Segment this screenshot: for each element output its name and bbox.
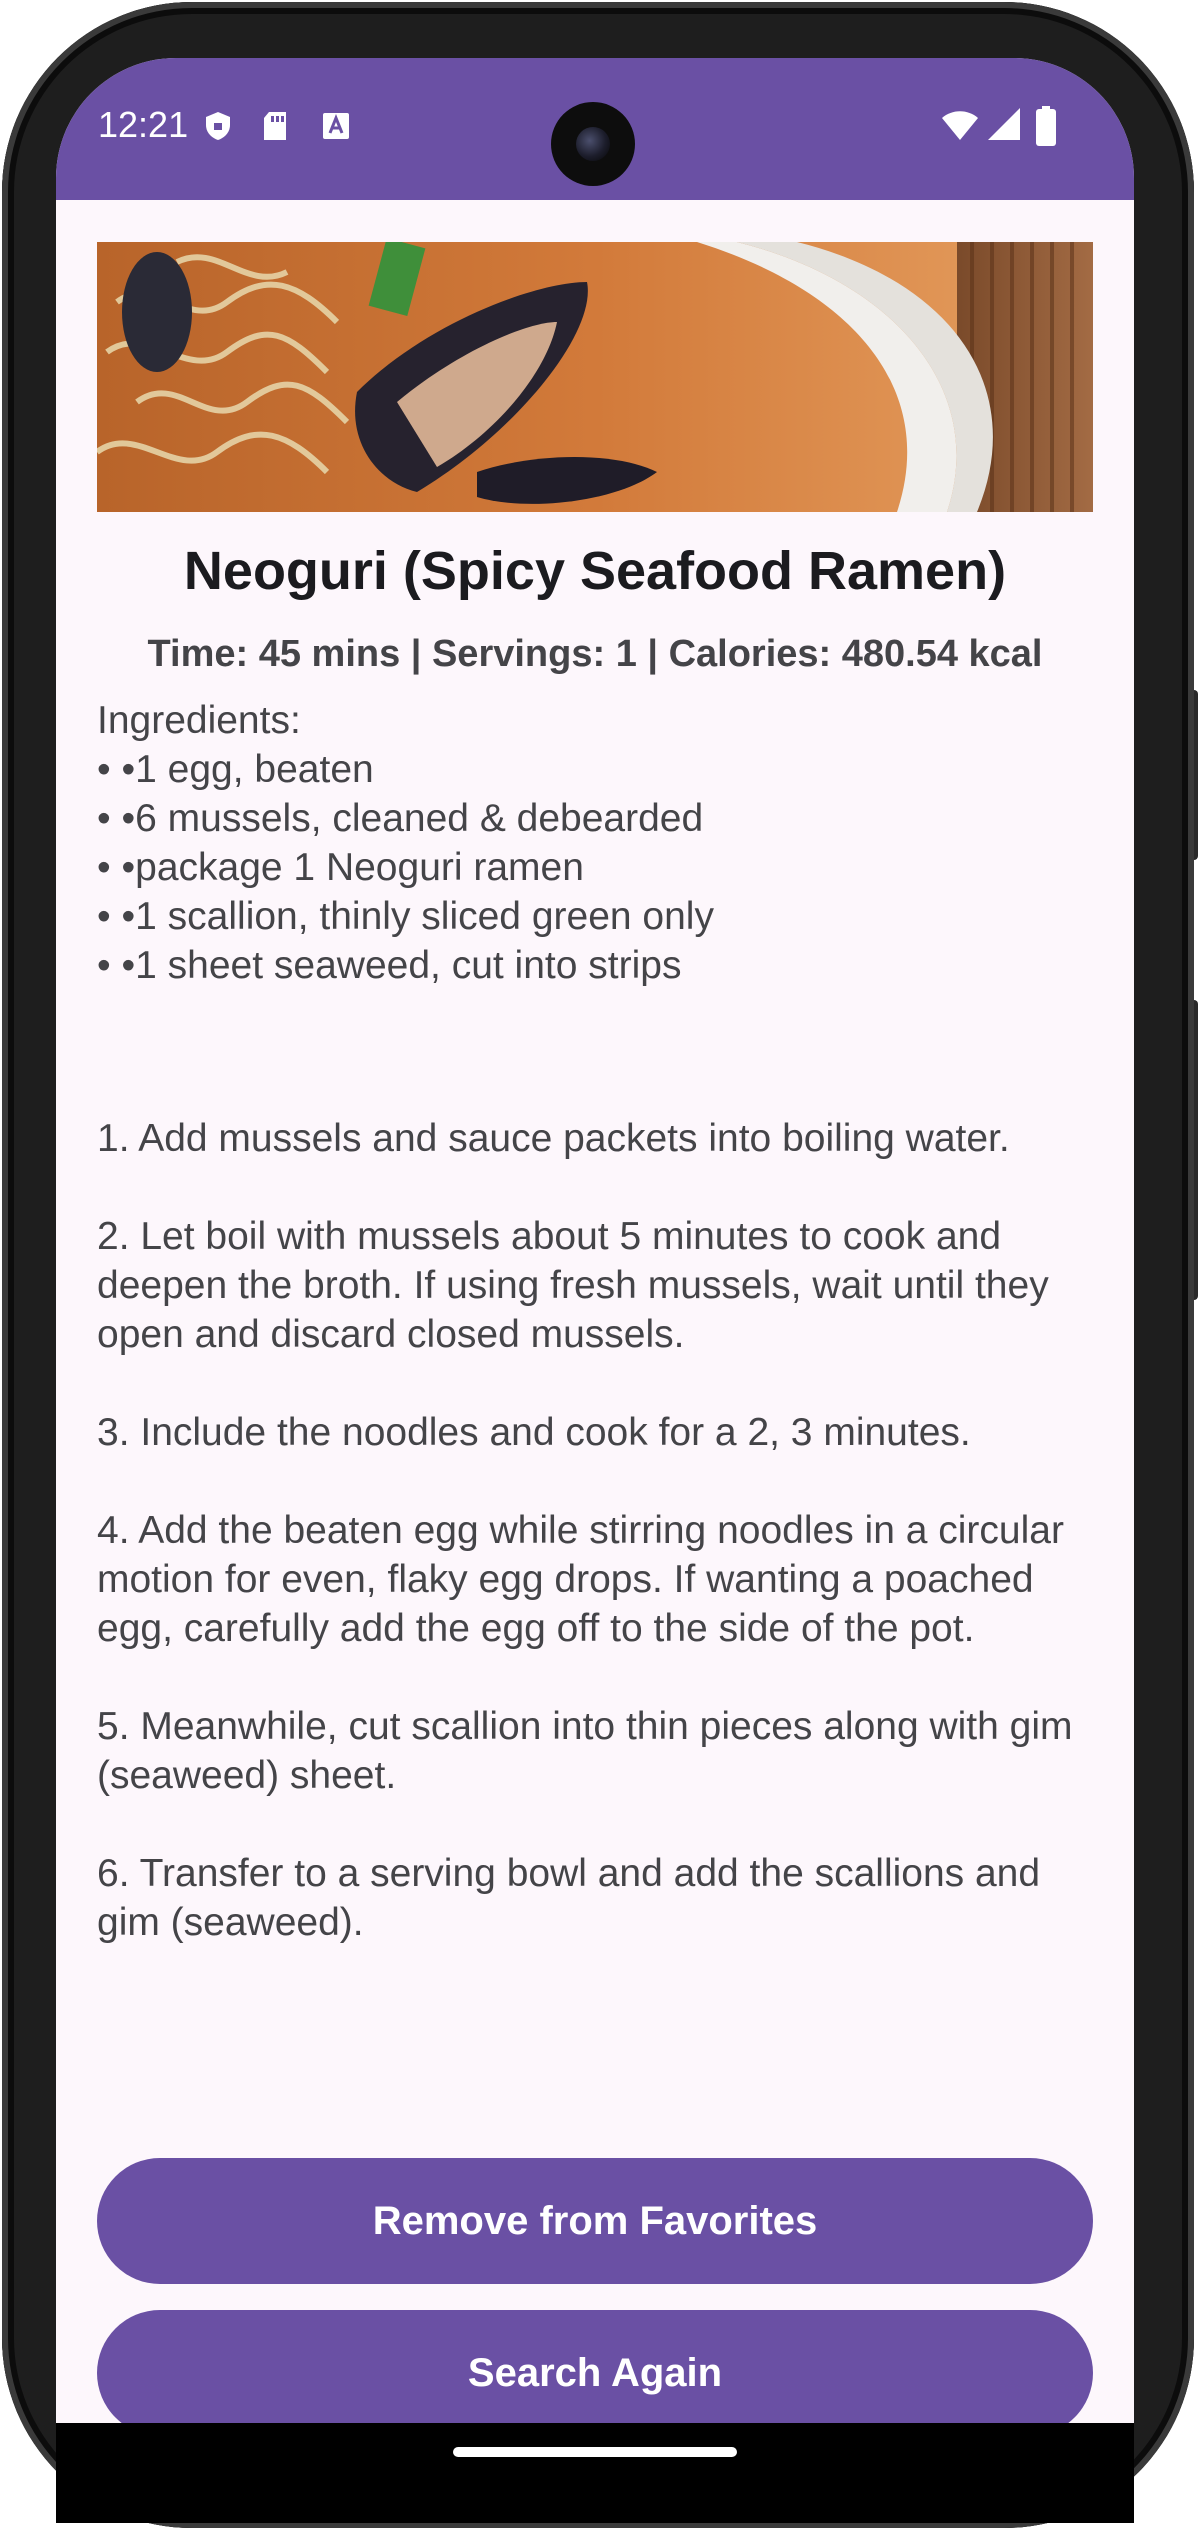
instruction-step: 3. Include the noodles and cook for a 2,… xyxy=(97,1411,971,1454)
home-indicator[interactable] xyxy=(453,2447,737,2457)
instruction-step: 4. Add the beaten egg while stirring noo… xyxy=(97,1509,1064,1650)
signal-icon xyxy=(988,108,1020,140)
text-a-icon xyxy=(323,113,349,139)
ingredient-item: • •1 sheet seaweed, cut into strips xyxy=(97,944,682,987)
instruction-step: 2. Let boil with mussels about 5 minutes… xyxy=(97,1215,1049,1356)
battery-icon xyxy=(1036,106,1056,146)
shield-icon xyxy=(206,112,230,140)
ingredient-item: • •1 egg, beaten xyxy=(97,748,374,791)
recipe-meta: Time: 45 mins | Servings: 1 | Calories: … xyxy=(147,633,1043,675)
wifi-icon xyxy=(942,111,978,140)
ingredient-item: • •6 mussels, cleaned & debearded xyxy=(97,797,704,840)
search-again-button[interactable]: Search Again xyxy=(97,2310,1093,2423)
ingredient-item: • •1 scallion, thinly sliced green only xyxy=(97,895,714,938)
recipe-detail: Neoguri (Spicy Seafood Ramen) Time: 45 m… xyxy=(56,200,1134,2423)
remove-from-favorites-button[interactable]: Remove from Favorites xyxy=(97,2158,1093,2284)
ingredient-item: • •package 1 Neoguri ramen xyxy=(97,846,584,889)
sd-card-icon xyxy=(264,112,286,140)
screen: 12:21 Neoguri (Spicy Seafood Ramen) Time… xyxy=(56,58,1134,2423)
recipe-image xyxy=(97,242,1093,512)
front-camera xyxy=(551,102,635,186)
navigation-bar xyxy=(56,2423,1134,2523)
instruction-step: 5. Meanwhile, cut scallion into thin pie… xyxy=(97,1705,1073,1797)
phone-device: 12:21 Neoguri (Spicy Seafood Ramen) Time… xyxy=(0,0,1198,2531)
recipe-title: Neoguri (Spicy Seafood Ramen) xyxy=(183,541,1007,601)
status-bar: 12:21 xyxy=(56,58,1134,200)
instruction-step: 6. Transfer to a serving bowl and add th… xyxy=(97,1852,1041,1944)
ingredients-section: Ingredients: • •1 egg, beaten • •6 musse… xyxy=(97,696,1097,990)
ingredients-heading: Ingredients: xyxy=(97,699,301,742)
status-time: 12:21 xyxy=(98,104,189,145)
instructions-section: 1. Add mussels and sauce packets into bo… xyxy=(97,1114,1102,1996)
instruction-step: 1. Add mussels and sauce packets into bo… xyxy=(97,1117,1010,1160)
